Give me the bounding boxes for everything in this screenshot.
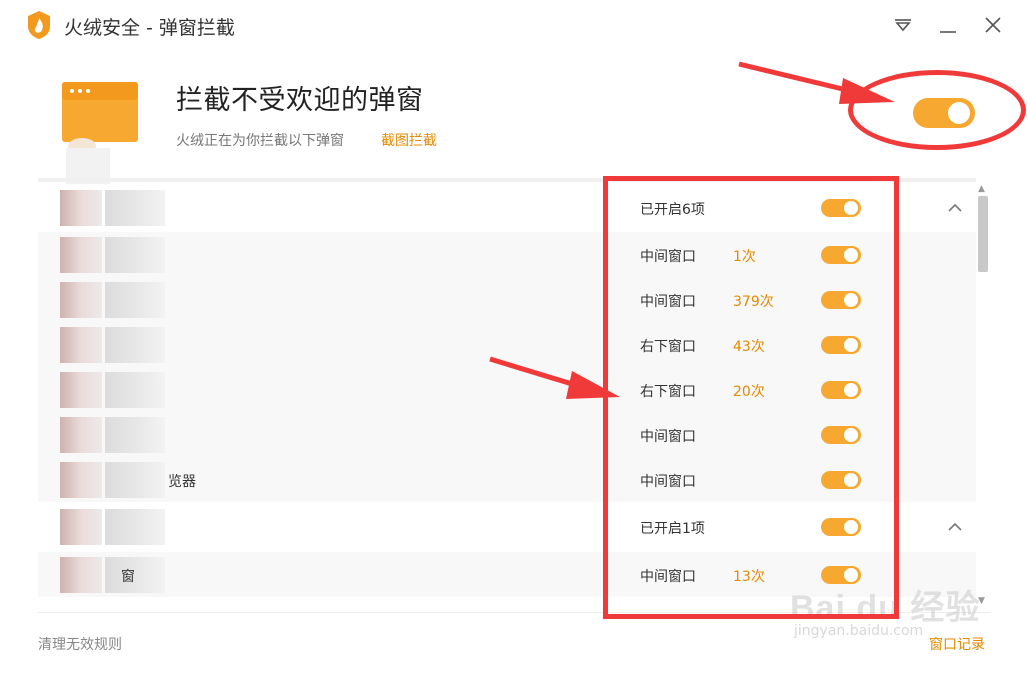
- toggle-knob: [844, 292, 858, 307]
- rule-toggle[interactable]: [821, 335, 861, 354]
- page-title: 拦截不受欢迎的弹窗: [176, 85, 424, 116]
- rule-row: 窗 中间窗口 13次: [38, 552, 976, 597]
- app-name-suffix: 览器: [168, 473, 196, 490]
- rules-list: 已开启6项 中间窗口 1次 中间窗口 379次 右下窗口 43次 右下窗口 20次 中间窗口 览器中…: [38, 178, 990, 610]
- rule-row: 右下窗口 20次: [38, 367, 976, 412]
- block-count: 379次: [733, 293, 774, 310]
- scrollbar-thumb[interactable]: [978, 196, 988, 272]
- chevron-up-icon[interactable]: [945, 200, 965, 216]
- group-toggle[interactable]: [821, 199, 861, 217]
- clean-invalid-rules-link[interactable]: 清理无效规则: [38, 634, 122, 654]
- app-name-redacted: [105, 509, 165, 545]
- rule-row: 中间窗口: [38, 412, 976, 457]
- page-header: 拦截不受欢迎的弹窗 火绒正在为你拦截以下弹窗 截图拦截: [0, 52, 1027, 196]
- close-icon: [985, 17, 1001, 33]
- toggle-knob: [844, 520, 858, 534]
- app-icon: [60, 556, 102, 593]
- page-subtitle: 火绒正在为你拦截以下弹窗: [176, 133, 344, 149]
- popup-position: 右下窗口: [640, 383, 696, 400]
- rule-toggle[interactable]: [821, 290, 861, 309]
- block-count: 43次: [733, 338, 765, 355]
- rule-toggle[interactable]: [821, 380, 861, 399]
- app-name-redacted: [105, 416, 165, 453]
- divider: [38, 178, 976, 182]
- toggle-knob: [844, 472, 858, 487]
- popup-position: 中间窗口: [640, 248, 696, 265]
- scrollbar[interactable]: ▲ ▼: [976, 184, 990, 608]
- rule-row: 览器 中间窗口: [38, 457, 976, 502]
- app-icon: [60, 190, 102, 226]
- watermark-sub: jingyan.baidu.com: [794, 623, 924, 639]
- toggle-knob: [844, 567, 858, 582]
- rule-row: 右下窗口 43次: [38, 322, 976, 367]
- group-status: 已开启1项: [640, 521, 705, 537]
- block-count: 1次: [733, 248, 756, 265]
- app-icon: [60, 326, 102, 363]
- rule-toggle[interactable]: [821, 245, 861, 264]
- app-icon: [60, 461, 102, 498]
- popup-position: 右下窗口: [640, 338, 696, 355]
- window-history-link[interactable]: 窗口记录: [929, 634, 985, 654]
- title-bar: 火绒安全 - 弹窗拦截: [0, 0, 1027, 52]
- rule-toggle[interactable]: [821, 425, 861, 444]
- app-icon: [60, 281, 102, 318]
- scroll-down-arrow-icon[interactable]: ▼: [978, 596, 985, 606]
- divider: [38, 612, 990, 613]
- window-title: 火绒安全 - 弹窗拦截: [64, 17, 235, 39]
- app-icon: [60, 509, 102, 545]
- huorong-logo-icon: [26, 10, 52, 40]
- dropdown-triangle-icon: [895, 19, 911, 32]
- app-name-redacted: [105, 281, 165, 318]
- screenshot-block-link[interactable]: 截图拦截: [381, 130, 437, 150]
- toggle-knob: [844, 427, 858, 442]
- rule-row: 中间窗口 379次: [38, 277, 976, 322]
- popup-position: 中间窗口: [640, 293, 696, 310]
- block-count: 13次: [733, 568, 765, 585]
- toggle-knob: [948, 102, 970, 124]
- rule-group-row: 已开启1项: [38, 502, 976, 552]
- toggle-knob: [844, 337, 858, 352]
- group-status: 已开启6项: [640, 202, 705, 218]
- app-name-redacted: [105, 326, 165, 363]
- group-toggle[interactable]: [821, 518, 861, 536]
- popup-position: 中间窗口: [640, 473, 696, 490]
- master-toggle[interactable]: [913, 98, 975, 128]
- menu-dropdown-button[interactable]: [890, 12, 916, 38]
- app-name-redacted: [105, 236, 165, 273]
- block-count: 20次: [733, 383, 765, 400]
- chevron-up-icon[interactable]: [945, 519, 965, 535]
- app-icon: [60, 371, 102, 408]
- scroll-up-arrow-icon[interactable]: ▲: [978, 184, 985, 194]
- minimize-button[interactable]: [935, 12, 961, 38]
- rule-row: 中间窗口 1次: [38, 232, 976, 277]
- toggle-knob: [844, 247, 858, 262]
- close-button[interactable]: [980, 12, 1006, 38]
- toggle-knob: [844, 201, 858, 215]
- app-icon: [60, 416, 102, 453]
- rule-group-row: 已开启6项: [38, 184, 976, 232]
- rule-toggle[interactable]: [821, 565, 861, 584]
- popup-position: 中间窗口: [640, 568, 696, 585]
- app-icon: [60, 236, 102, 273]
- app-name-redacted: [105, 556, 165, 593]
- popup-position: 中间窗口: [640, 428, 696, 445]
- rule-toggle[interactable]: [821, 470, 861, 489]
- toggle-knob: [844, 382, 858, 397]
- app-name-suffix: 窗: [121, 568, 135, 585]
- app-name-redacted: [105, 190, 165, 226]
- app-name-redacted: [105, 461, 165, 498]
- minimize-icon: [940, 31, 956, 33]
- app-name-redacted: [105, 371, 165, 408]
